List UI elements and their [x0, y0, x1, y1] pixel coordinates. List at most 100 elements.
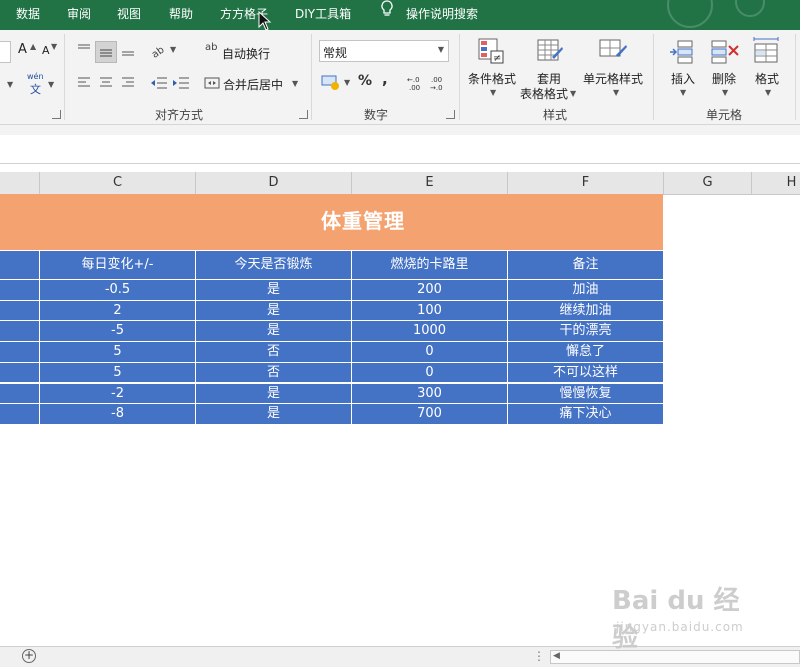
sheet-title-cell[interactable]: 体重管理: [0, 194, 663, 250]
header-calories[interactable]: 燃烧的卡路里: [352, 251, 508, 279]
align-bottom-icon[interactable]: [120, 42, 136, 58]
align-left-icon[interactable]: [76, 75, 92, 91]
cell-daily-change[interactable]: -2: [40, 383, 196, 404]
cell-styles-button[interactable]: 单元格样式: [583, 70, 643, 87]
increase-decimal-icon[interactable]: ←.0.00: [407, 74, 425, 92]
tab-help[interactable]: 帮助: [169, 0, 193, 30]
cell-daily-change[interactable]: -5: [40, 321, 196, 342]
cell-note[interactable]: 痛下决心: [508, 404, 663, 424]
row-cell-b[interactable]: [0, 300, 40, 321]
align-top-icon[interactable]: [76, 42, 92, 58]
tab-data[interactable]: 数据: [16, 0, 40, 30]
increase-indent-icon[interactable]: [172, 75, 190, 91]
tab-review[interactable]: 审阅: [67, 0, 91, 30]
tell-me-search[interactable]: 操作说明搜索: [406, 0, 478, 30]
row-cell-b[interactable]: [0, 280, 40, 300]
cell-calories[interactable]: 0: [352, 342, 508, 362]
number-dialog-launcher[interactable]: [446, 110, 455, 119]
cell-daily-change[interactable]: -8: [40, 404, 196, 424]
column-header-d[interactable]: D: [196, 172, 352, 194]
phonetic-guide-button[interactable]: wén: [27, 72, 44, 81]
cell-calories[interactable]: 200: [352, 280, 508, 300]
row-cell-b[interactable]: [0, 404, 40, 424]
align-right-icon[interactable]: [120, 75, 136, 91]
row-cell-b[interactable]: [0, 383, 40, 404]
alignment-dialog-launcher[interactable]: [299, 110, 308, 119]
cell-styles-dropdown-icon[interactable]: ▼: [613, 88, 619, 97]
cell-note[interactable]: 懈怠了: [508, 342, 663, 362]
cell-note[interactable]: 加油: [508, 280, 663, 300]
cell-daily-change[interactable]: 5: [40, 342, 196, 362]
font-size-box[interactable]: [0, 41, 11, 63]
cell-note[interactable]: 慢慢恢复: [508, 384, 663, 404]
cell-daily-change[interactable]: 5: [40, 362, 196, 383]
tab-diy-toolbox[interactable]: DIY工具箱: [295, 0, 351, 30]
accounting-dropdown-icon[interactable]: ▼: [344, 78, 350, 87]
conditional-formatting-dropdown-icon[interactable]: ▼: [490, 88, 496, 97]
insert-cells-button[interactable]: 插入: [671, 70, 695, 87]
column-header-e[interactable]: E: [352, 172, 508, 194]
tab-view[interactable]: 视图: [117, 0, 141, 30]
conditional-formatting-button[interactable]: 条件格式: [468, 70, 516, 87]
cell-daily-change[interactable]: -0.5: [40, 280, 196, 300]
column-header-g[interactable]: G: [664, 172, 752, 194]
column-header-c[interactable]: C: [40, 172, 196, 194]
percent-style-button[interactable]: %: [358, 73, 372, 89]
format-cells-button[interactable]: 格式: [755, 70, 779, 87]
decrease-decimal-icon[interactable]: .00→.0: [430, 74, 448, 92]
insert-dropdown-icon[interactable]: ▼: [680, 88, 686, 97]
format-as-table-label-2[interactable]: 表格格式: [520, 85, 568, 102]
cell-calories[interactable]: 700: [352, 404, 508, 424]
format-dropdown-icon[interactable]: ▼: [765, 88, 771, 97]
add-sheet-button[interactable]: +: [22, 649, 36, 663]
decrease-indent-icon[interactable]: [150, 75, 168, 91]
font-color-dropdown-icon[interactable]: ▼: [7, 80, 13, 89]
header-exercised[interactable]: 今天是否锻炼: [196, 251, 352, 279]
wrap-text-button[interactable]: 自动换行: [222, 45, 270, 62]
column-header-b-partial[interactable]: [0, 172, 40, 194]
column-header-h[interactable]: H: [752, 172, 800, 194]
scroll-left-icon[interactable]: ◀: [553, 651, 560, 661]
cell-exercised[interactable]: 否: [196, 362, 352, 383]
cell-note[interactable]: 不可以这样: [508, 363, 663, 383]
cell-calories[interactable]: 100: [352, 300, 508, 321]
cell-exercised[interactable]: 是: [196, 280, 352, 300]
font-dialog-launcher[interactable]: [52, 110, 61, 119]
cell-note[interactable]: 继续加油: [508, 301, 663, 321]
cell-daily-change[interactable]: 2: [40, 300, 196, 321]
comma-style-button[interactable]: ,: [382, 70, 388, 88]
column-header-f[interactable]: F: [508, 172, 664, 194]
cell-exercised[interactable]: 是: [196, 300, 352, 321]
merge-dropdown-icon[interactable]: ▼: [292, 79, 298, 88]
number-format-select[interactable]: 常规 ▼: [319, 40, 449, 62]
header-cell-b[interactable]: [0, 251, 40, 279]
row-cell-b[interactable]: [0, 362, 40, 383]
header-daily-change[interactable]: 每日变化+/-: [40, 251, 196, 279]
scroll-splitter-icon[interactable]: ⋮: [533, 649, 545, 663]
cell-calories[interactable]: 1000: [352, 321, 508, 342]
cell-exercised[interactable]: 是: [196, 383, 352, 404]
accounting-format-icon[interactable]: [321, 73, 341, 91]
orientation-dropdown-icon[interactable]: ▼: [170, 45, 176, 54]
merge-center-button[interactable]: 合并后居中: [223, 76, 283, 93]
delete-cells-button[interactable]: 删除: [712, 70, 736, 87]
cell-exercised[interactable]: 否: [196, 342, 352, 362]
formula-bar[interactable]: [0, 135, 800, 164]
cell-note[interactable]: 干的漂亮: [508, 321, 663, 341]
header-notes[interactable]: 备注: [508, 251, 663, 279]
row-cell-b[interactable]: [0, 342, 40, 362]
row-cell-b[interactable]: [0, 321, 40, 342]
cell-exercised[interactable]: 是: [196, 404, 352, 424]
phonetic-dropdown-icon[interactable]: ▼: [48, 80, 54, 89]
table-row: 2 是 100 继续加油: [0, 300, 663, 321]
orientation-icon[interactable]: ab: [150, 41, 168, 59]
cell-calories[interactable]: 0: [352, 362, 508, 383]
cell-calories[interactable]: 300: [352, 383, 508, 404]
grow-font-button[interactable]: A: [18, 42, 27, 57]
delete-dropdown-icon[interactable]: ▼: [722, 88, 728, 97]
format-as-table-dropdown-icon[interactable]: ▼: [570, 89, 576, 98]
cell-exercised[interactable]: 是: [196, 321, 352, 342]
row-divider: [0, 341, 663, 343]
shrink-font-button[interactable]: A: [42, 44, 50, 57]
align-center-icon[interactable]: [98, 75, 114, 91]
